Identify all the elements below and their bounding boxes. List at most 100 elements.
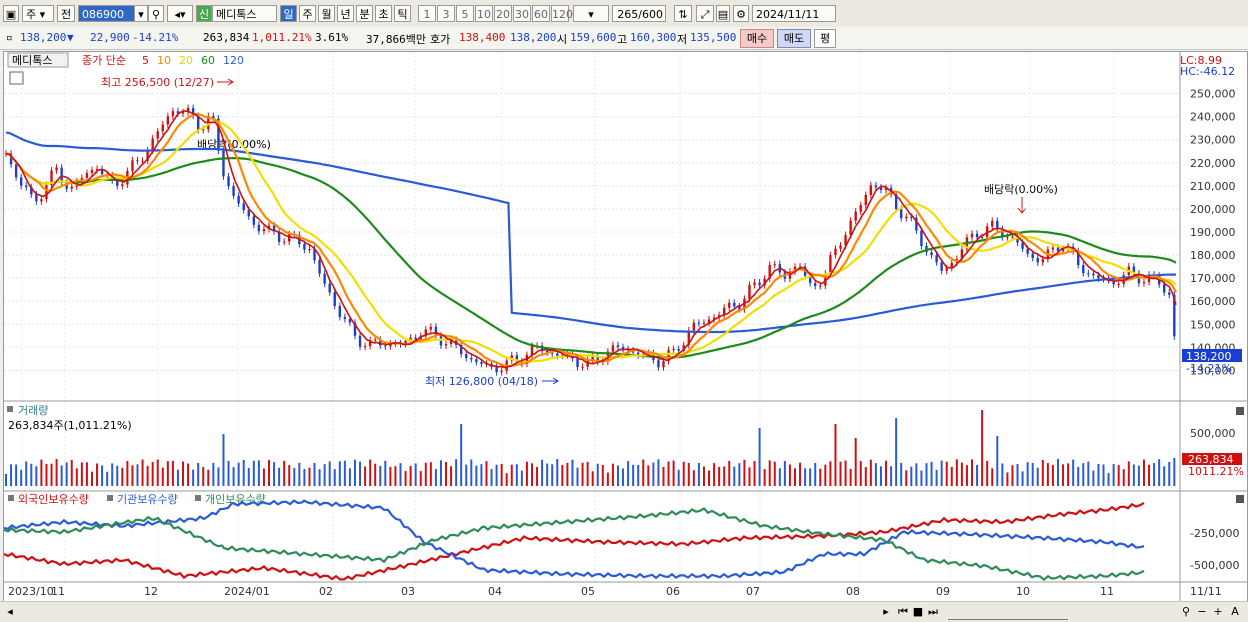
- chart-type-icon[interactable]: ⇅: [674, 5, 692, 22]
- volume-bar: [788, 464, 791, 486]
- volume-bar: [515, 464, 518, 486]
- market-select[interactable]: 주 ▾: [22, 5, 54, 22]
- stop-icon[interactable]: ■: [912, 604, 924, 619]
- volume-bar: [616, 465, 619, 486]
- interval-button-20[interactable]: 20: [494, 5, 512, 22]
- period-tab-4[interactable]: 분: [356, 5, 373, 22]
- speaker-icon[interactable]: ◂▾: [167, 5, 193, 22]
- volume-bar: [986, 460, 989, 486]
- scroll-left-icon[interactable]: ◂: [4, 604, 16, 619]
- volume-bar: [981, 410, 984, 486]
- volume-bar: [1062, 464, 1065, 486]
- volume-bar: [116, 465, 119, 486]
- code-input[interactable]: 086900: [78, 5, 138, 22]
- volume-bar: [844, 460, 847, 486]
- date-input[interactable]: 2024/11/11: [752, 5, 836, 22]
- period-tab-0[interactable]: 일: [280, 5, 297, 22]
- price-tick-1: 240,000: [1190, 111, 1236, 124]
- volume-bar: [1067, 463, 1070, 486]
- eval-button[interactable]: 평: [814, 29, 836, 48]
- zoom-icon[interactable]: ⚲: [1180, 604, 1192, 619]
- interval-button-30[interactable]: 30: [513, 5, 531, 22]
- stock-chart[interactable]: 메디톡스 종가 단순 5 10 20 60 120 LC:8.99 HC:-46.12 …: [3, 52, 1247, 602]
- trade-amount: 37,866백만: [366, 33, 426, 46]
- volume-bar: [1148, 464, 1151, 486]
- bottom-bar: ◂ ▸ ⏮ ■ ⏭ ⚲ − + A: [0, 601, 1248, 622]
- draw-icon[interactable]: ⤢: [696, 5, 714, 22]
- forward-icon[interactable]: ⏭: [926, 604, 940, 619]
- candle: [692, 322, 696, 331]
- close-icon[interactable]: [1236, 407, 1244, 415]
- dividend-arrow-icon: [1017, 197, 1027, 214]
- candle: [611, 345, 615, 352]
- candle: [1011, 236, 1014, 238]
- zoom-slider[interactable]: [948, 604, 1068, 620]
- interval-button-10[interactable]: 10: [475, 5, 493, 22]
- volume-bar: [232, 467, 235, 486]
- interval-input[interactable]: ▾: [573, 5, 609, 22]
- volume-bar: [65, 462, 68, 486]
- legend-0: 외국인보유수량: [18, 493, 89, 506]
- period-tab-1[interactable]: 주: [299, 5, 316, 22]
- candle: [859, 205, 862, 212]
- buy-button[interactable]: 매수: [740, 29, 774, 48]
- candle: [849, 220, 852, 236]
- volume-bar: [445, 462, 448, 486]
- volume-bar: [404, 471, 407, 486]
- view-button[interactable]: 전: [57, 5, 75, 22]
- volume-bar: [571, 459, 574, 486]
- volume-bar: [1077, 466, 1080, 486]
- rewind-icon[interactable]: ⏮: [896, 604, 910, 619]
- volume-bar: [778, 468, 781, 486]
- plus-icon[interactable]: +: [1212, 604, 1224, 619]
- candle: [328, 283, 331, 293]
- interval-button-3[interactable]: 3: [437, 5, 455, 22]
- candle: [131, 160, 134, 171]
- candle: [70, 186, 73, 189]
- period-tab-2[interactable]: 월: [318, 5, 335, 22]
- close-icon-2[interactable]: [1236, 495, 1244, 503]
- grid-icon[interactable]: [9, 71, 24, 85]
- window-icon[interactable]: ▣: [3, 5, 19, 22]
- volume-bar: [90, 471, 93, 486]
- volume-value: 263,834: [203, 31, 250, 44]
- candle: [318, 260, 321, 274]
- search-icon[interactable]: ⚲: [148, 5, 164, 22]
- candle: [303, 244, 306, 250]
- count-box[interactable]: 265/600: [612, 5, 666, 22]
- volume-bar: [262, 468, 265, 486]
- volume-bar: [1041, 459, 1044, 486]
- play-icon[interactable]: ▸: [880, 604, 892, 619]
- interval-button-5[interactable]: 5: [456, 5, 474, 22]
- interval-button-120[interactable]: 120: [551, 5, 573, 22]
- volume-bar: [146, 465, 149, 486]
- chart-area[interactable]: 메디톡스 종가 단순 5 10 20 60 120 LC:8.99 HC:-46.12 …: [3, 51, 1248, 603]
- volume-bar: [1046, 463, 1049, 486]
- volume-bar: [217, 467, 220, 486]
- sell-button[interactable]: 매도: [777, 29, 811, 48]
- volume-bar: [343, 460, 346, 486]
- font-icon[interactable]: A: [1228, 604, 1242, 619]
- volume-bar: [905, 470, 908, 486]
- candle: [40, 199, 43, 202]
- save-icon[interactable]: ▤: [716, 5, 730, 22]
- minus-icon[interactable]: −: [1196, 604, 1208, 619]
- interval-button-60[interactable]: 60: [532, 5, 550, 22]
- candle: [773, 264, 776, 266]
- candle: [45, 185, 48, 200]
- period-tab-6[interactable]: 틱: [394, 5, 411, 22]
- volume-bar: [520, 470, 523, 486]
- candle: [222, 150, 225, 177]
- gear-icon[interactable]: ⚙: [733, 5, 749, 22]
- volume-bar: [718, 466, 721, 486]
- chevron-down-icon[interactable]: ▾: [134, 5, 148, 22]
- volume-bar: [971, 459, 974, 486]
- volume-bar: [470, 459, 473, 486]
- period-tab-3[interactable]: 년: [337, 5, 354, 22]
- stock-name: 메디톡스: [212, 5, 277, 22]
- volume-bar: [50, 463, 53, 486]
- period-tab-5[interactable]: 초: [375, 5, 392, 22]
- volume-bar: [176, 469, 179, 486]
- volume-bar: [237, 462, 240, 486]
- interval-button-1[interactable]: 1: [418, 5, 436, 22]
